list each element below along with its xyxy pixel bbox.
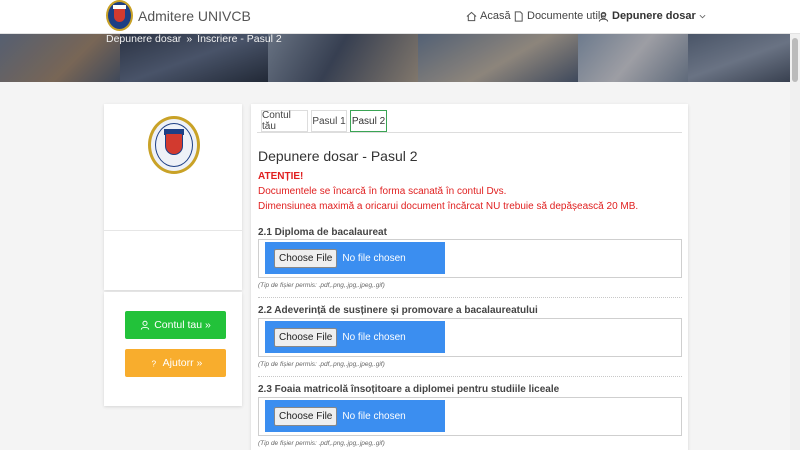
section-label-diploma: 2.1 Diploma de bacalaureat (258, 227, 387, 238)
alert-line-2: Dimensiunea maximă a oricarui document î… (258, 201, 639, 212)
profile-card (104, 104, 242, 290)
nav-documents[interactable]: Documente utile (513, 10, 607, 22)
section-label-foaia-matricola: 2.3 Foaia matricolă însoțitoare a diplom… (258, 384, 560, 395)
nav-home[interactable]: Acasă (466, 10, 511, 22)
document-icon (514, 10, 523, 22)
tab-pasul-1[interactable]: Pasul 1 (311, 110, 347, 132)
file-type-hint: (Tip de fișier permis: .pdf,.png,.jpg,.j… (258, 440, 385, 447)
file-status: No file chosen (342, 410, 406, 422)
page-title: Depunere dosar - Pasul 2 (258, 148, 418, 164)
file-input-foaia-matricola[interactable]: Choose File No file chosen (265, 400, 445, 432)
choose-file-button[interactable]: Choose File (274, 327, 338, 347)
scrollbar-thumb[interactable] (792, 38, 798, 82)
university-logo[interactable] (106, 0, 133, 31)
section-separator (258, 376, 682, 377)
file-type-hint: (Tip de fișier permis: .pdf,.png,.jpg,.j… (258, 361, 385, 368)
breadcrumb: Depunere dosar » Înscriere - Pasul 2 (106, 34, 287, 46)
brand-title[interactable]: Admitere UNIVCB (138, 8, 251, 24)
file-status: No file chosen (342, 331, 406, 343)
nav-depunere-dosar-label: Depunere dosar (612, 10, 696, 22)
question-icon: ? (151, 358, 156, 368)
breadcrumb-item-current: Înscriere - Pasul 2 (197, 34, 282, 45)
file-type-hint: (Tip de fișier permis: .pdf,.png,.jpg,.j… (258, 282, 385, 289)
choose-file-button[interactable]: Choose File (274, 406, 338, 426)
user-icon (140, 320, 150, 330)
tab-pasul-2[interactable]: Pasul 2 (350, 110, 387, 132)
tab-underline (257, 132, 682, 133)
file-input-adeverinta[interactable]: Choose File No file chosen (265, 321, 445, 353)
ajutor-button[interactable]: ? Ajutorr » (125, 349, 226, 377)
home-icon (466, 11, 477, 21)
nav-home-label: Acasă (480, 10, 511, 22)
user-icon (598, 11, 609, 22)
nav-depunere-dosar[interactable]: Depunere dosar (598, 10, 706, 22)
breadcrumb-separator: » (186, 34, 193, 45)
file-input-diploma[interactable]: Choose File No file chosen (265, 242, 445, 274)
alert-title: ATENȚIE! (258, 171, 304, 182)
university-crest (148, 116, 200, 174)
section-separator (258, 297, 682, 298)
top-navbar: Admitere UNIVCB Acasă Documente utile De… (0, 0, 800, 34)
file-status: No file chosen (342, 252, 406, 264)
nav-documents-label: Documente utile (527, 10, 607, 22)
choose-file-button[interactable]: Choose File (274, 248, 338, 268)
chevron-down-icon (699, 14, 706, 18)
contul-tau-button[interactable]: Contul tau » (125, 311, 226, 339)
section-label-adeverinta: 2.2 Adeverință de susținere și promovare… (258, 305, 538, 316)
tab-contul-tau[interactable]: Contul tău (261, 110, 308, 132)
svg-text:?: ? (151, 358, 156, 368)
alert-line-1: Documentele se încarcă în forma scanată … (258, 186, 507, 197)
page-scrollbar[interactable] (790, 34, 800, 450)
contul-tau-label: Contul tau » (154, 319, 211, 331)
card-divider (104, 230, 242, 231)
breadcrumb-item-dosar[interactable]: Depunere dosar (106, 34, 181, 45)
ajutor-label: Ajutorr » (162, 357, 203, 369)
